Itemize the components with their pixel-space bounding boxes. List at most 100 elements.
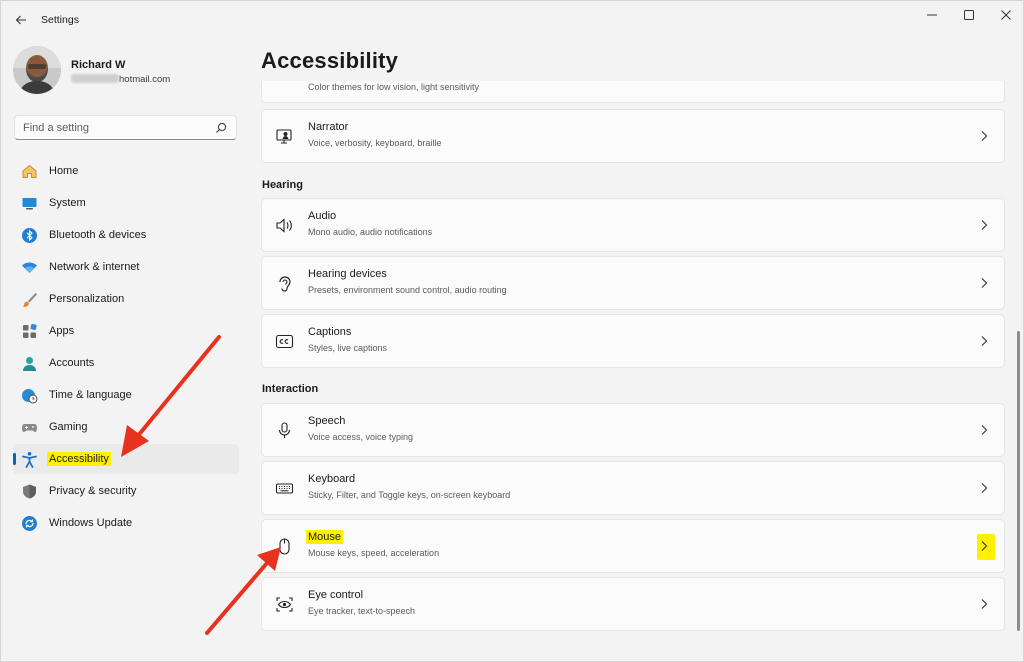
accessibility-icon: [22, 452, 37, 468]
settings-list: Color themes for low vision, light sensi…: [261, 81, 1005, 661]
card-subtitle: Mono audio, audio notifications: [308, 227, 433, 237]
refresh-icon: [22, 516, 37, 531]
maximize-icon: [964, 10, 974, 20]
speaker-icon: [276, 218, 292, 233]
chevron-right-icon: [981, 541, 988, 551]
card-title: Eye control: [308, 589, 364, 601]
wifi-icon: [22, 262, 37, 273]
user-profile[interactable]: Richard W hotmail.com: [13, 46, 243, 96]
gamepad-icon: [22, 424, 37, 432]
mouse-icon: [279, 538, 290, 555]
chevron-right-icon: [981, 131, 988, 141]
card-title: Keyboard: [308, 473, 356, 485]
card-subtitle: Color themes for low vision, light sensi…: [308, 82, 480, 92]
card-subtitle: Voice, verbosity, keyboard, braille: [308, 138, 442, 148]
sidebar-item-label: Time & language: [49, 389, 132, 401]
sidebar-item-bluetooth[interactable]: Bluetooth & devices: [13, 220, 239, 250]
search-icon[interactable]: [214, 121, 228, 135]
card-subtitle: Presets, environment sound control, audi…: [308, 285, 507, 295]
scrollbar-thumb[interactable]: [1017, 331, 1020, 631]
chevron-right-icon: [981, 336, 988, 346]
sidebar-item-apps[interactable]: Apps: [13, 316, 239, 346]
settings-card-captions[interactable]: Captions Styles, live captions: [261, 314, 1005, 368]
card-subtitle: Voice access, voice typing: [308, 432, 414, 442]
maximize-button[interactable]: [952, 4, 986, 26]
chevron-right-icon: [981, 425, 988, 435]
search-box[interactable]: [14, 115, 237, 140]
settings-card-hearing-devices[interactable]: Hearing devices Presets, environment sou…: [261, 256, 1005, 310]
captions-icon: [275, 334, 294, 349]
ear-icon: [279, 276, 291, 292]
sidebar-item-label: Accounts: [49, 357, 95, 369]
section-header-hearing: Hearing: [262, 179, 303, 191]
sidebar-item-personalization[interactable]: Personalization: [13, 284, 239, 314]
monitor-icon: [22, 198, 37, 210]
back-button[interactable]: [9, 8, 33, 32]
settings-card-keyboard[interactable]: Keyboard Sticky, Filter, and Toggle keys…: [261, 461, 1005, 515]
globe-clock-icon: [22, 389, 38, 404]
card-title: Audio: [308, 210, 337, 222]
card-subtitle: Sticky, Filter, and Toggle keys, on-scre…: [308, 490, 511, 500]
sidebar-item-label: Apps: [49, 325, 75, 337]
eye-tracking-icon: [276, 597, 293, 612]
close-icon: [1001, 10, 1011, 20]
back-arrow-icon: [15, 15, 26, 25]
home-icon: [22, 164, 37, 178]
keyboard-icon: [275, 483, 294, 494]
sidebar-item-accessibility[interactable]: Accessibility: [13, 444, 239, 474]
sidebar-item-gaming[interactable]: Gaming: [13, 412, 239, 442]
settings-card-eye-control[interactable]: Eye control Eye tracker, text-to-speech: [261, 577, 1005, 631]
brush-icon: [22, 293, 37, 307]
minimize-icon: [927, 14, 937, 16]
card-title: Captions: [308, 326, 352, 338]
sidebar-item-network[interactable]: Network & internet: [13, 252, 239, 282]
card-title: Mouse: [306, 530, 344, 544]
sidebar-item-home[interactable]: Home: [13, 156, 239, 186]
sidebar-item-accounts[interactable]: Accounts: [13, 348, 239, 378]
sidebar-item-label: Gaming: [49, 421, 88, 433]
settings-card-contrast-themes[interactable]: Color themes for low vision, light sensi…: [261, 81, 1005, 103]
window-title: Settings: [41, 14, 79, 26]
bluetooth-icon: [22, 228, 37, 243]
avatar-photo-icon: [13, 46, 61, 94]
sidebar-item-label: Home: [49, 165, 79, 177]
chevron-right-icon: [981, 278, 988, 288]
section-header-interaction: Interaction: [262, 383, 319, 395]
chevron-right-icon: [981, 483, 988, 493]
email-redaction: [71, 74, 119, 83]
card-subtitle: Styles, live captions: [308, 343, 388, 353]
person-icon: [23, 357, 36, 371]
sidebar-item-label: Privacy & security: [49, 485, 137, 497]
settings-card-speech[interactable]: Speech Voice access, voice typing: [261, 403, 1005, 457]
sidebar-item-label: Bluetooth & devices: [49, 229, 147, 241]
settings-window: Settings Richard W hotmail.com Find a se…: [0, 0, 1024, 662]
narrator-icon: [276, 129, 292, 144]
mouse-title-highlight: Mouse: [306, 530, 344, 544]
sidebar-nav: Home System Bluetooth & devices Network …: [13, 156, 239, 540]
sidebar-item-time-language[interactable]: Time & language: [13, 380, 239, 410]
microphone-icon: [278, 422, 291, 438]
sidebar-item-label: System: [49, 197, 86, 209]
close-button[interactable]: [989, 4, 1023, 26]
user-email: hotmail.com: [71, 74, 170, 85]
sidebar-item-label: Accessibility: [47, 452, 111, 466]
sidebar-item-label: Personalization: [49, 293, 125, 305]
card-title: Speech: [308, 415, 346, 427]
settings-card-narrator[interactable]: Narrator Voice, verbosity, keyboard, bra…: [261, 109, 1005, 163]
card-title: Hearing devices: [308, 268, 387, 280]
settings-card-audio[interactable]: Audio Mono audio, audio notifications: [261, 198, 1005, 252]
minimize-button[interactable]: [915, 4, 949, 26]
user-name: Richard W: [71, 59, 126, 71]
apps-icon: [23, 323, 37, 338]
card-subtitle: Mouse keys, speed, acceleration: [308, 548, 440, 558]
sidebar-item-system[interactable]: System: [13, 188, 239, 218]
shield-icon: [23, 484, 36, 499]
sidebar-item-privacy[interactable]: Privacy & security: [13, 476, 239, 506]
settings-card-mouse[interactable]: Mouse Mouse keys, speed, acceleration: [261, 519, 1005, 573]
sidebar-item-windows-update[interactable]: Windows Update: [13, 508, 239, 538]
search-input[interactable]: [23, 120, 213, 136]
title-bar: Settings: [1, 1, 1023, 39]
chevron-right-icon: [981, 220, 988, 230]
card-subtitle: Eye tracker, text-to-speech: [308, 606, 416, 616]
card-title: Narrator: [308, 121, 349, 133]
